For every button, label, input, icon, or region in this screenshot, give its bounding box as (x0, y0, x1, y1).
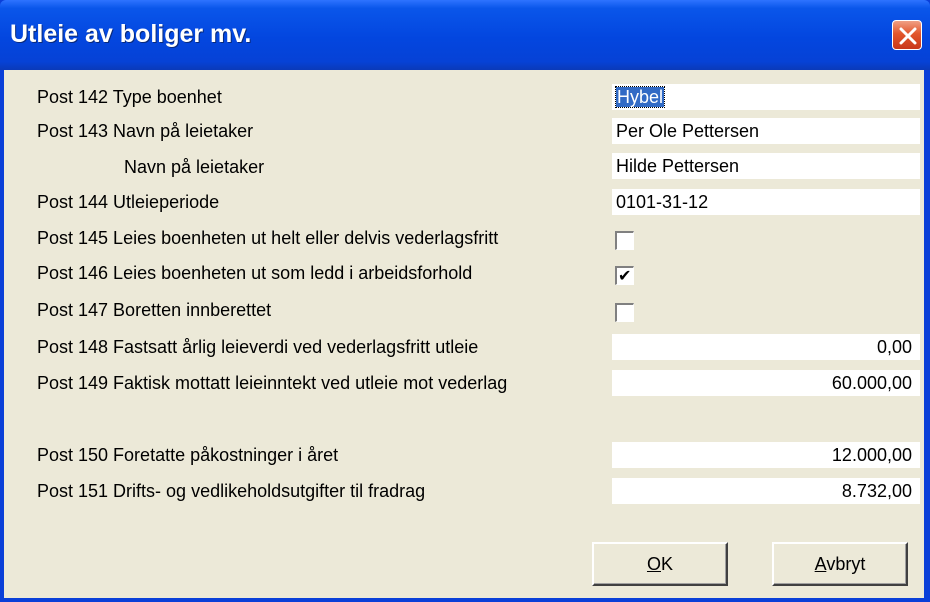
post-142-input[interactable]: Hybel (612, 84, 920, 110)
dialog-window: Utleie av boliger mv. Post 142 Type boen… (0, 0, 930, 602)
post-149-input[interactable]: 60.000,00 (612, 370, 920, 396)
post-147-label: Post 147 Boretten innberettet (37, 300, 272, 320)
post-143-input[interactable]: Per Ole Pettersen (612, 118, 920, 144)
post-142-label: Post 142 Type boenhet (37, 87, 222, 107)
post-146-checkbox[interactable]: ✔ (615, 266, 634, 285)
title-bar[interactable]: Utleie av boliger mv. (0, 0, 930, 70)
post-151-label: Post 151 Drifts- og vedlikeholdsutgifter… (37, 481, 426, 501)
cancel-button[interactable]: Avbryt (772, 542, 908, 586)
close-button[interactable] (892, 20, 922, 50)
post-142-value: Hybel (614, 86, 666, 108)
ok-label-rest: K (661, 554, 674, 574)
cancel-mnemonic: A (814, 554, 827, 574)
post-144-label: Post 144 Utleieperiode (37, 192, 220, 212)
post-148-label: Post 148 Fastsatt årlig leieverdi ved ve… (37, 337, 479, 357)
post-146-label: Post 146 Leies boenheten ut som ledd i a… (37, 263, 473, 283)
dialog-body: Post 142 Type boenhet Hybel Post 143 Nav… (4, 70, 924, 598)
post-145-checkbox[interactable] (615, 231, 634, 250)
ok-button[interactable]: OK (592, 542, 728, 586)
post-151-input[interactable]: 8.732,00 (612, 478, 920, 504)
tenant-name-2-label: Navn på leietaker (124, 157, 265, 177)
post-150-input[interactable]: 12.000,00 (612, 442, 920, 468)
post-148-input[interactable]: 0,00 (612, 334, 920, 360)
tenant-name-2-input[interactable]: Hilde Pettersen (612, 153, 920, 179)
post-144-input[interactable]: 0101-31-12 (612, 189, 920, 215)
post-150-label: Post 150 Foretatte påkostninger i året (37, 445, 339, 465)
post-147-checkbox[interactable] (615, 303, 634, 322)
ok-mnemonic: O (646, 554, 661, 574)
close-icon (899, 27, 917, 45)
cancel-label-rest: vbryt (826, 554, 866, 574)
post-149-label: Post 149 Faktisk mottatt leieinntekt ved… (37, 373, 508, 393)
checkmark-icon: ✔ (618, 268, 632, 285)
window-title: Utleie av boliger mv. (10, 20, 252, 48)
post-143-label: Post 143 Navn på leietaker (37, 121, 254, 141)
post-145-label: Post 145 Leies boenheten ut helt eller d… (37, 228, 499, 248)
